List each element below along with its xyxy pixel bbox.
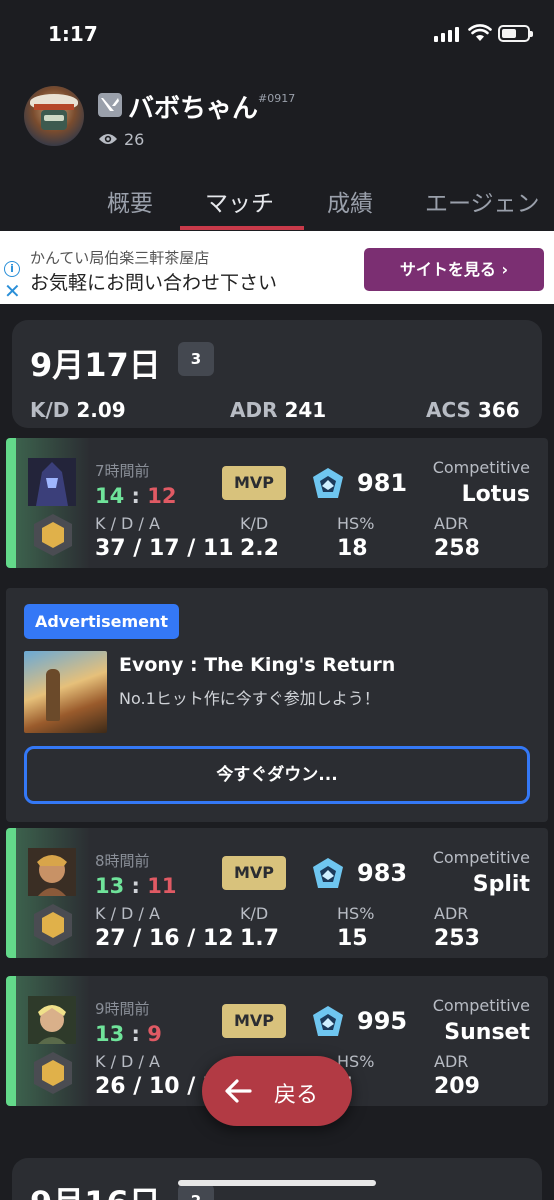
hs-value: 15 bbox=[337, 926, 368, 951]
kda-label: K / D / A bbox=[95, 1052, 160, 1071]
match-row[interactable]: 7時間前 14 : 12 MVP 981 Competitive Lotus K… bbox=[6, 438, 548, 568]
kda-value: 27 / 16 / 12 bbox=[95, 926, 234, 951]
kda-label: K / D / A bbox=[95, 514, 160, 533]
rank-rating: 981 bbox=[357, 469, 408, 497]
kda-value: 26 / 10 / 7 bbox=[95, 1074, 219, 1099]
adr-label: ADR bbox=[434, 514, 469, 533]
rank-badge-icon bbox=[34, 1052, 72, 1094]
mvp-badge: MVP bbox=[222, 1004, 286, 1038]
status-bar: 1:17 bbox=[0, 0, 554, 64]
cellular-signal-icon bbox=[434, 26, 460, 42]
mvp-badge: MVP bbox=[222, 466, 286, 500]
match-count-badge: 2 bbox=[178, 1184, 214, 1200]
win-indicator bbox=[6, 976, 16, 1106]
status-time: 1:17 bbox=[48, 22, 98, 46]
rank-rating: 983 bbox=[357, 859, 408, 887]
rank-rating-icon bbox=[313, 858, 343, 888]
native-ad[interactable]: Advertisement Evony : The King's Return … bbox=[6, 588, 548, 822]
ad-description: No.1ヒット作に今すぐ参加しよう！ bbox=[119, 689, 380, 708]
wifi-icon bbox=[468, 24, 492, 41]
game-mode: Competitive bbox=[432, 458, 530, 477]
avatar[interactable] bbox=[24, 86, 84, 146]
day-summary-card: 9月16日 2 bbox=[12, 1158, 542, 1200]
active-tab-indicator bbox=[180, 226, 304, 230]
tab-matches[interactable]: マッチ bbox=[205, 184, 274, 218]
eye-icon bbox=[99, 134, 117, 144]
home-indicator[interactable] bbox=[178, 1180, 376, 1186]
rank-badge-icon bbox=[34, 514, 72, 556]
game-mode: Competitive bbox=[432, 996, 530, 1015]
ad-close-icon[interactable]: ✕ bbox=[4, 281, 21, 301]
day-date: 9月17日 bbox=[30, 346, 161, 384]
kd-label: K/D bbox=[240, 904, 269, 923]
match-time-ago: 8時間前 bbox=[95, 852, 150, 870]
tab-bar: 概要 マッチ 成績 エージェン bbox=[0, 180, 554, 230]
username: バボちゃん bbox=[128, 94, 259, 124]
adr-label: ADR bbox=[434, 904, 469, 923]
day-kd: K/D 2.09 bbox=[30, 398, 126, 422]
back-button[interactable]: 戻る bbox=[202, 1056, 352, 1126]
ad-line-2: お気軽にお問い合わせ下さい bbox=[30, 272, 278, 294]
day-acs: ACS 366 bbox=[426, 398, 520, 422]
kda-label: K / D / A bbox=[95, 904, 160, 923]
rank-rating: 995 bbox=[357, 1007, 408, 1035]
tab-agents[interactable]: エージェン bbox=[425, 184, 540, 218]
hs-label: HS% bbox=[337, 514, 375, 533]
kda-value: 37 / 17 / 11 bbox=[95, 536, 234, 561]
map-name: Split bbox=[472, 872, 530, 897]
match-time-ago: 9時間前 bbox=[95, 1000, 150, 1018]
banner-ad[interactable]: i ✕ かんてい局伯楽三軒茶屋店 お気軽にお問い合わせ下さい サイトを見る › bbox=[0, 231, 554, 304]
day-date: 9月16日 bbox=[30, 1178, 161, 1200]
agent-portrait-icon bbox=[28, 996, 76, 1044]
hs-label: HS% bbox=[337, 904, 375, 923]
tab-stats[interactable]: 成績 bbox=[327, 184, 373, 218]
advertisement-badge: Advertisement bbox=[24, 604, 179, 639]
adr-value: 258 bbox=[434, 536, 480, 561]
agent-portrait-icon bbox=[28, 848, 76, 896]
adr-value: 209 bbox=[434, 1074, 480, 1099]
rank-badge-icon bbox=[34, 904, 72, 946]
match-score: 14 : 12 bbox=[95, 484, 177, 508]
win-indicator bbox=[6, 828, 16, 958]
tab-overview[interactable]: 概要 bbox=[107, 184, 153, 218]
adr-value: 253 bbox=[434, 926, 480, 951]
ad-info-icon[interactable]: i bbox=[4, 261, 20, 277]
hs-value: 18 bbox=[337, 536, 368, 561]
match-score: 13 : 11 bbox=[95, 874, 177, 898]
map-name: Sunset bbox=[444, 1020, 530, 1045]
map-name: Lotus bbox=[461, 482, 530, 507]
user-tag: #0917 bbox=[258, 92, 296, 105]
agent-portrait-icon bbox=[28, 458, 76, 506]
ad-line-1: かんてい局伯楽三軒茶屋店 bbox=[30, 249, 210, 267]
kd-value: 2.2 bbox=[240, 536, 279, 561]
win-indicator bbox=[6, 438, 16, 568]
valorant-logo-icon bbox=[98, 93, 122, 117]
ad-download-button[interactable]: 今すぐダウン... bbox=[24, 746, 530, 804]
match-time-ago: 7時間前 bbox=[95, 462, 150, 480]
game-mode: Competitive bbox=[432, 848, 530, 867]
rank-rating-icon bbox=[313, 1006, 343, 1036]
battery-icon bbox=[498, 25, 533, 42]
day-adr: ADR 241 bbox=[230, 398, 327, 422]
ad-title[interactable]: Evony : The King's Return bbox=[119, 654, 395, 676]
ad-visit-site-button[interactable]: サイトを見る › bbox=[364, 248, 544, 291]
kd-label: K/D bbox=[240, 514, 269, 533]
kd-value: 1.7 bbox=[240, 926, 279, 951]
match-score: 13 : 9 bbox=[95, 1022, 162, 1046]
back-button-label: 戻る bbox=[274, 1083, 319, 1108]
match-row[interactable]: 8時間前 13 : 11 MVP 983 Competitive Split K… bbox=[6, 828, 548, 958]
ad-thumbnail[interactable] bbox=[24, 651, 107, 733]
arrow-left-icon bbox=[225, 1079, 252, 1103]
day-summary-card: 9月17日 3 K/D 2.09 ADR 241 ACS 366 bbox=[12, 320, 542, 428]
rank-rating-icon bbox=[313, 468, 343, 498]
view-count: 26 bbox=[124, 130, 145, 149]
mvp-badge: MVP bbox=[222, 856, 286, 890]
adr-label: ADR bbox=[434, 1052, 469, 1071]
match-count-badge: 3 bbox=[178, 342, 214, 376]
